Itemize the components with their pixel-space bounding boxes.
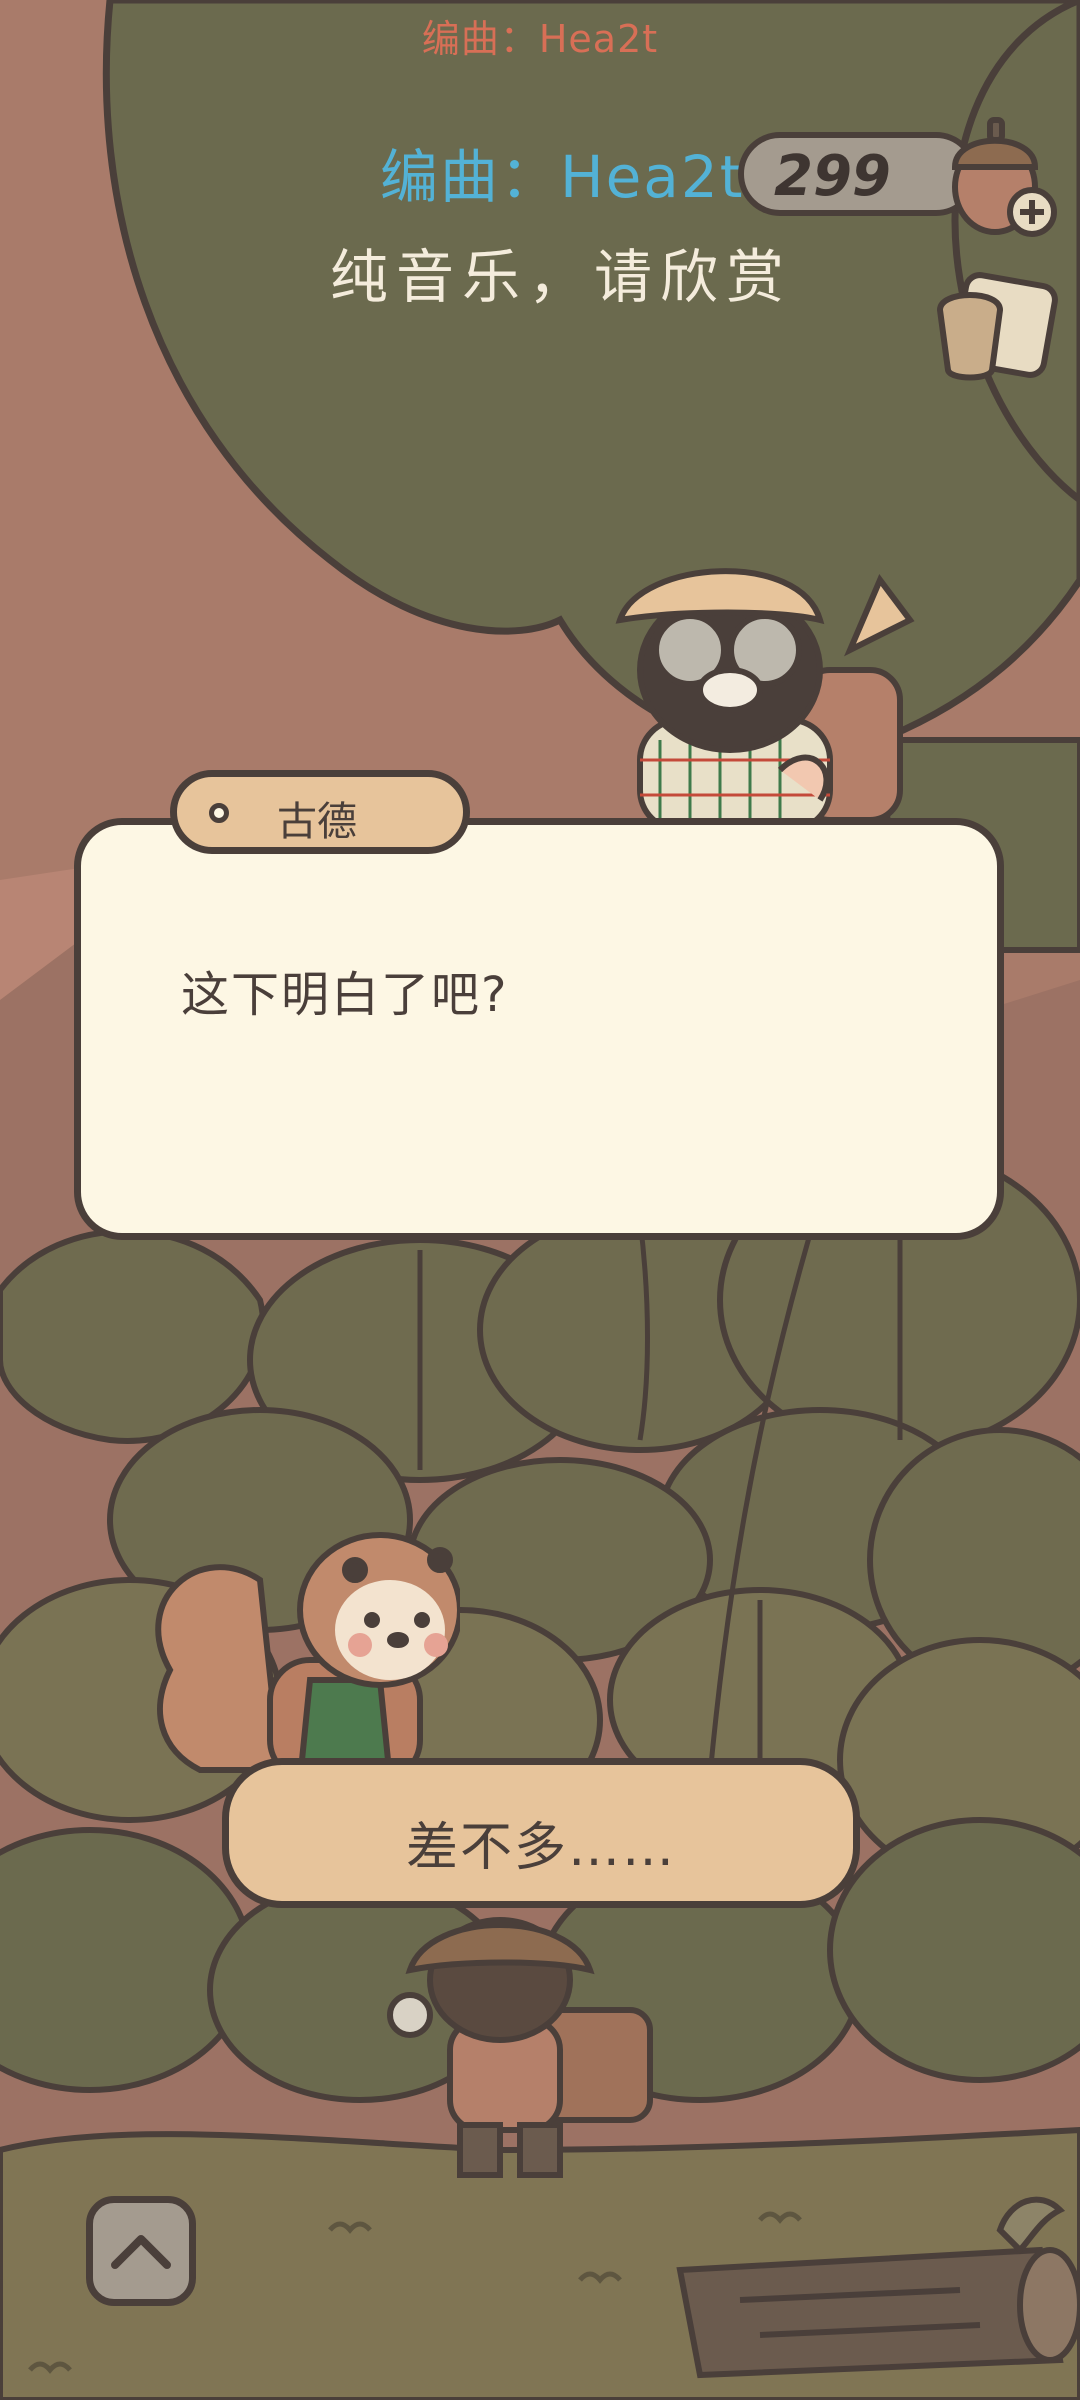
speaker-name: 古德: [277, 799, 357, 845]
dialog-box[interactable]: 这下明白了吧?: [74, 818, 1004, 1240]
expand-button[interactable]: [86, 2196, 196, 2306]
choice-label: 差不多……: [405, 1818, 676, 1878]
acorn-icon[interactable]: [940, 112, 1060, 242]
credit-arranger-text: 编曲：Hea2t: [380, 143, 745, 211]
explorer-character: [387, 1917, 653, 2178]
speaker-dot-icon: [209, 803, 229, 823]
subtitle-text: 纯音乐，请欣赏: [330, 243, 793, 311]
cup-icon[interactable]: [930, 270, 1060, 390]
dialog-text: 这下明白了吧?: [181, 967, 509, 1023]
squirrel-character: [155, 1532, 460, 1780]
credit-top-text: 编曲：Hea2t: [421, 17, 659, 61]
speaker-name-tag: 古德: [170, 770, 470, 854]
gude-character: [615, 568, 915, 830]
currency-value: 299: [774, 144, 891, 209]
choice-button[interactable]: 差不多……: [222, 1758, 860, 1908]
plus-icon[interactable]: [1007, 187, 1057, 237]
chevron-up-icon: [111, 2235, 171, 2269]
